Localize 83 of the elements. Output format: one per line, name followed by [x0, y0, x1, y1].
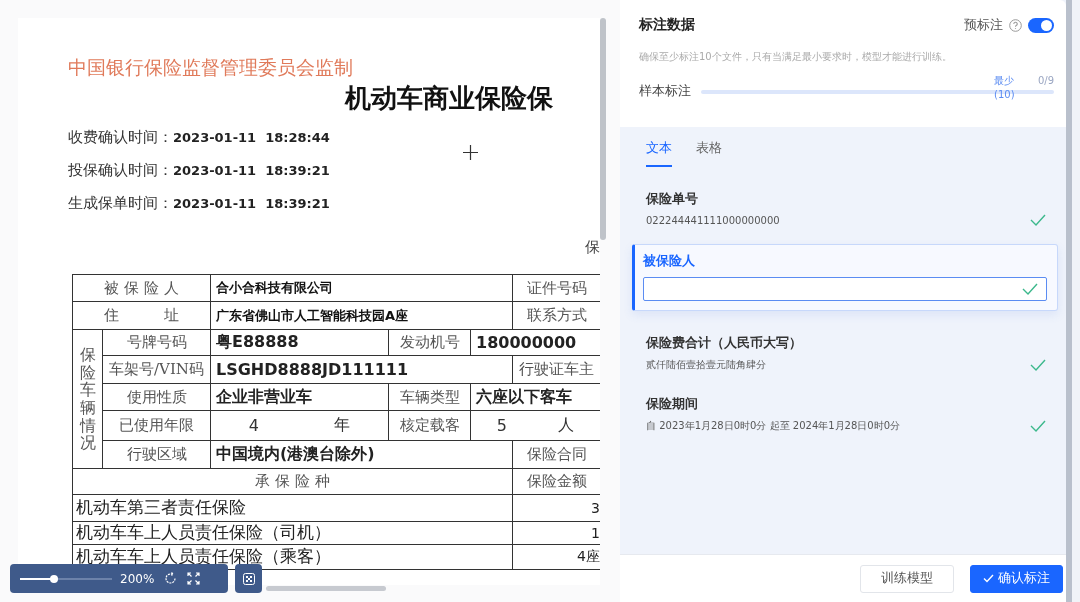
- time-value: 2023-01-11 18:39:21: [173, 163, 330, 178]
- table-cell: 企业非营业车: [216, 386, 312, 408]
- zoom-slider[interactable]: [20, 577, 112, 580]
- table-cell: 号牌号码: [126, 333, 187, 352]
- document-header: 中国银行保险监督管理委员会监制: [68, 55, 354, 79]
- minimum-label: 最少: [994, 73, 1015, 88]
- input-field[interactable]: [643, 277, 1047, 301]
- table-cell: LSGHD8888JD111111: [216, 360, 409, 379]
- tab[interactable]: 表格: [696, 139, 722, 167]
- table-cell: 180000000: [476, 333, 577, 352]
- table-cell: 机动车车上人员责任保险（司机）: [76, 522, 331, 544]
- check-icon: [983, 574, 994, 583]
- pre-label-toggle[interactable]: [1028, 17, 1054, 33]
- table-cell: 保险合同: [526, 445, 587, 464]
- check-icon: [1030, 420, 1046, 432]
- table-cell: 年: [334, 415, 351, 436]
- table-cell: 车架号/VIN码: [109, 360, 204, 379]
- table-cell: 人: [558, 415, 575, 436]
- field-label: 保险费合计（人民币大写）: [646, 335, 803, 352]
- table-cell: 住 址: [104, 306, 179, 325]
- check-icon: [1030, 359, 1046, 371]
- check-icon: [1022, 283, 1038, 295]
- field-label: 保险单号: [646, 191, 699, 208]
- progress-label: 样本标注: [639, 83, 692, 100]
- time-label: 收费确认时间：: [68, 128, 173, 147]
- pre-label-label: 预标注: [964, 16, 1003, 34]
- scrollbar[interactable]: [600, 18, 606, 240]
- table-cell: 中国境内(港澳台除外): [216, 444, 375, 465]
- field-card[interactable]: 被保险人: [632, 244, 1058, 311]
- table-cell: 发动机号: [399, 333, 460, 352]
- table-cell: 1: [591, 525, 600, 541]
- table-cell: 被 保 险 人: [104, 278, 179, 298]
- document-text: 保: [585, 238, 600, 258]
- field-value: 022244441111000000000: [646, 214, 780, 226]
- action-button[interactable]: 确认标注: [970, 564, 1063, 593]
- check-icon: [1030, 214, 1046, 226]
- scrollbar[interactable]: [266, 586, 386, 591]
- zoom-level: 200%: [120, 571, 155, 586]
- field-card[interactable]: 保险单号 022244441111000000000: [632, 181, 1058, 238]
- table-cell: 5: [496, 416, 507, 435]
- table-cell: 行驶区域: [126, 445, 187, 464]
- table-cell: 机动车车上人员责任保险（乘客）: [76, 546, 331, 568]
- table-cell: 联系方式: [526, 306, 587, 325]
- panel-title: 标注数据: [639, 16, 696, 34]
- fullscreen-icon[interactable]: [187, 572, 201, 585]
- table-cell: 六座以下客车: [476, 386, 572, 408]
- rotate-icon[interactable]: [164, 572, 178, 585]
- table-cell: 证件号码: [526, 278, 587, 298]
- time-value: 2023-01-11 18:28:44: [173, 130, 330, 145]
- grid-button[interactable]: [235, 564, 262, 593]
- table-cell: 使用性质: [126, 387, 187, 407]
- table-cell: 4座: [577, 548, 600, 566]
- field-value: 自 2023年1月28日0时0分 起至 2024年1月28日0时0分: [646, 419, 901, 433]
- table-cell: 4: [248, 416, 259, 435]
- tab[interactable]: 文本: [646, 139, 672, 167]
- table-cell: 保险金额: [526, 472, 587, 491]
- time-label: 生成保单时间：: [68, 194, 173, 213]
- field-label: 保险期间: [646, 396, 699, 413]
- minimum-value: (10): [994, 87, 1015, 102]
- grid-icon: [242, 572, 255, 585]
- document-title: 机动车商业保险保: [345, 82, 554, 115]
- table-cell: 机动车第三者责任保险: [76, 497, 246, 519]
- field-value: 贰仟陆佰壹拾壹元陆角肆分: [646, 358, 766, 372]
- table-cell: 合小合科技有限公司: [216, 279, 333, 297]
- time-value: 2023-01-11 18:39:21: [173, 196, 330, 211]
- progress-count: 0/9: [1037, 74, 1054, 86]
- time-label: 投保确认时间：: [68, 161, 173, 180]
- table-cell: 车辆类型: [399, 387, 460, 407]
- table-cell: 已使用年限: [119, 416, 194, 435]
- table-cell: 粤E88888: [216, 332, 299, 353]
- field-card[interactable]: 保险费合计（人民币大写） 贰仟陆佰壹拾壹元陆角肆分: [632, 325, 1058, 384]
- scrollbar[interactable]: [1066, 0, 1080, 602]
- table-cell: 广东省佛山市人工智能科技园A座: [216, 306, 409, 325]
- table-cell: 承 保 险 种: [255, 472, 330, 491]
- table-cell: 核定载客: [399, 416, 460, 435]
- description-text: 确保至少标注10个文件，只有当满足最小要求时，模型才能进行训练。: [639, 50, 953, 64]
- action-button[interactable]: 训练模型: [860, 564, 954, 593]
- field-label: 被保险人: [643, 253, 696, 270]
- crosshair-cursor-icon: [463, 145, 478, 160]
- table-cell: 行驶证车主: [519, 360, 594, 379]
- table-cell: 3: [591, 500, 600, 516]
- table-cell: 保险车辆情况: [79, 346, 96, 452]
- field-card[interactable]: 保险期间 自 2023年1月28日0时0分 起至 2024年1月28日0时0分: [632, 386, 1058, 445]
